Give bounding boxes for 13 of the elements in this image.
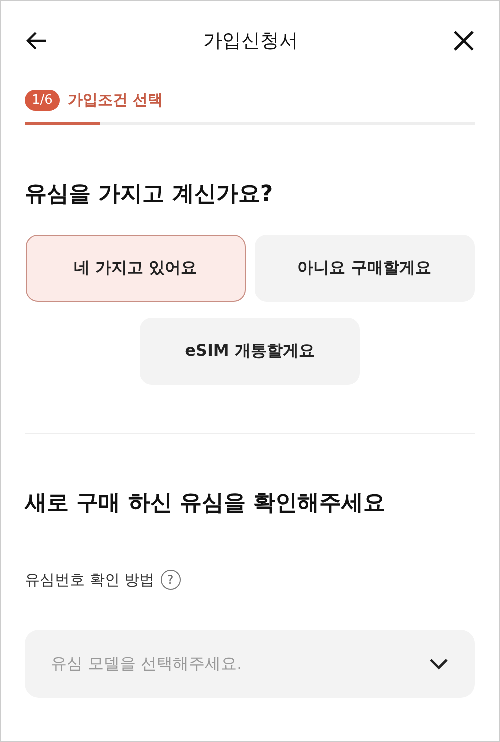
- help-button[interactable]: ?: [160, 570, 181, 590]
- step-badge: 1/6: [25, 90, 60, 111]
- field-label: 유심번호 확인 방법: [25, 570, 155, 590]
- option-button[interactable]: eSIM 개통할게요: [140, 318, 360, 385]
- section-heading: 새로 구매 하신 유심을 확인해주세요: [25, 490, 387, 518]
- close-icon[interactable]: [453, 30, 475, 52]
- option-button[interactable]: 아니요 구매할게요: [254, 235, 474, 302]
- option-button[interactable]: 네 가지고 있어요: [26, 235, 246, 302]
- window-title: 가입신청서: [204, 29, 298, 54]
- step-label: 가입조건 선택: [68, 91, 164, 110]
- question-heading: 유심을 가지고 계신가요?: [25, 181, 274, 209]
- dropdown-placeholder: 유심 모델을 선택해주세요.: [51, 654, 242, 674]
- chevron-down-icon[interactable]: [429, 658, 449, 670]
